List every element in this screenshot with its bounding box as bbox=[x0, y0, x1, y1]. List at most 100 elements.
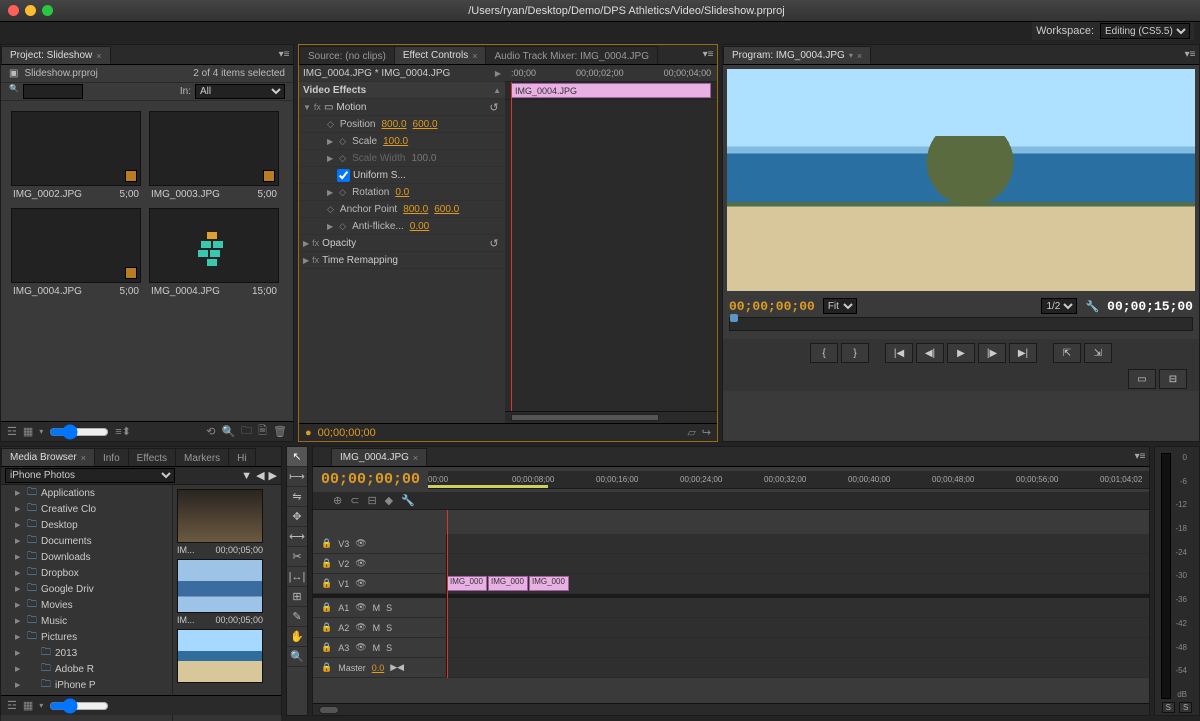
timeline-ruler[interactable]: 00;00 00;00;08;00 00;00;16;00 00;00;24;0… bbox=[428, 471, 1149, 489]
slide-tool[interactable]: ⊞ bbox=[287, 587, 307, 607]
minimize-icon[interactable] bbox=[25, 5, 36, 16]
delete-icon[interactable]: 🗑 bbox=[273, 425, 287, 438]
forward-icon[interactable]: ▶ bbox=[269, 469, 277, 482]
overwrite-icon[interactable]: ⊂ bbox=[350, 494, 359, 507]
bin-item[interactable]: IMG_0004.JPG5;00 bbox=[11, 208, 141, 297]
new-item-icon[interactable]: 🗎 bbox=[258, 422, 267, 441]
audio-track[interactable]: 🔒A1👁MS bbox=[313, 598, 1149, 618]
hand-tool[interactable]: ✋ bbox=[287, 627, 307, 647]
project-search-input[interactable] bbox=[23, 84, 83, 99]
opacity-effect[interactable]: ▶ fx Opacity↺ bbox=[299, 235, 505, 252]
bin-item[interactable]: IMG_0002.JPG5;00 bbox=[11, 111, 141, 200]
folder-item[interactable]: 🗀Applications bbox=[1, 485, 172, 501]
video-track[interactable]: 🔒V1👁 IMG_000 IMG_000 IMG_000 bbox=[313, 574, 1149, 594]
work-area-bar[interactable] bbox=[428, 485, 548, 488]
audio-track[interactable]: 🔒A3👁MS bbox=[313, 638, 1149, 658]
solo-button[interactable]: S bbox=[386, 643, 392, 653]
close-icon[interactable] bbox=[8, 5, 19, 16]
pen-tool[interactable]: ✎ bbox=[287, 607, 307, 627]
play-button[interactable]: ▶ bbox=[947, 343, 975, 363]
close-tab-icon[interactable]: × bbox=[81, 453, 86, 463]
zoom-select[interactable]: Fit bbox=[823, 298, 857, 314]
go-to-in-button[interactable]: |◀ bbox=[885, 343, 913, 363]
timeline-clip[interactable]: IMG_000 bbox=[529, 576, 569, 591]
list-view-icon[interactable]: ☲ bbox=[7, 425, 17, 438]
bin-item[interactable]: IMG_0004.JPG15;00 bbox=[149, 208, 279, 297]
selection-tool[interactable]: ↖ bbox=[287, 447, 307, 467]
find-icon[interactable]: 🔍 bbox=[221, 425, 235, 438]
marker-icon[interactable]: ◆ bbox=[385, 494, 393, 507]
zoom-icon[interactable] bbox=[42, 5, 53, 16]
folder-item[interactable]: 🗀2013 bbox=[1, 645, 172, 661]
settings-icon[interactable]: 🔧 bbox=[1085, 300, 1099, 313]
panel-menu-icon[interactable]: ▾≡ bbox=[1133, 449, 1147, 463]
master-track[interactable]: 🔒Master0.0▶◀ bbox=[313, 658, 1149, 678]
mute-button[interactable]: M bbox=[373, 643, 381, 653]
ec-clip[interactable]: IMG_0004.JPG bbox=[511, 83, 711, 98]
solo-button[interactable]: S bbox=[386, 603, 392, 613]
mute-button[interactable]: M bbox=[373, 603, 381, 613]
lock-icon[interactable]: 🔒 bbox=[321, 662, 332, 673]
timeline-clip[interactable]: IMG_000 bbox=[447, 576, 487, 591]
resolution-select[interactable]: 1/2 bbox=[1041, 298, 1077, 314]
folder-item[interactable]: 🗀Google Driv bbox=[1, 581, 172, 597]
ec-timeline[interactable]: :00;00 00;00;02;00 00;00;04;00 IMG_0004.… bbox=[505, 65, 717, 423]
video-track[interactable]: 🔒V3👁 bbox=[313, 534, 1149, 554]
mark-in-button[interactable]: { bbox=[810, 343, 838, 363]
anchor-x-value[interactable]: 800.0 bbox=[403, 204, 428, 215]
mute-button[interactable]: M bbox=[373, 623, 381, 633]
track-select-tool[interactable]: ⟼ bbox=[287, 467, 307, 487]
icon-view-icon[interactable]: ▦ bbox=[23, 699, 33, 712]
rolling-edit-tool[interactable]: ✥ bbox=[287, 507, 307, 527]
step-forward-button[interactable]: |▶ bbox=[978, 343, 1006, 363]
media-item[interactable]: IM...00;00;05;00 bbox=[177, 489, 263, 555]
eye-icon[interactable]: 👁 bbox=[355, 642, 366, 653]
thumb-size-slider[interactable] bbox=[49, 698, 109, 714]
folder-item[interactable]: 🗀iPhone P bbox=[1, 677, 172, 693]
workspace-select[interactable]: Editing (CS5.5) bbox=[1100, 23, 1190, 39]
anchor-y-value[interactable]: 600.0 bbox=[434, 204, 459, 215]
folder-item[interactable]: 🗀Pictures bbox=[1, 629, 172, 645]
reset-icon[interactable]: ↺ bbox=[487, 236, 501, 250]
search-icon[interactable]: 🔍 bbox=[9, 84, 19, 99]
timeline-clip[interactable]: IMG_000 bbox=[488, 576, 528, 591]
program-scrubbar[interactable] bbox=[729, 317, 1193, 331]
lock-icon[interactable]: 🔒 bbox=[321, 538, 332, 549]
effect-controls-tab[interactable]: Effect Controls × bbox=[394, 46, 487, 64]
flicker-value[interactable]: 0.00 bbox=[410, 221, 429, 232]
zoom-out-icon[interactable]: ↪ bbox=[702, 426, 711, 439]
reset-icon[interactable]: ↺ bbox=[487, 100, 501, 114]
panel-menu-icon[interactable]: ▾≡ bbox=[701, 47, 715, 61]
zoom-tool[interactable]: 🔍 bbox=[287, 647, 307, 667]
eye-icon[interactable]: 👁 bbox=[355, 622, 366, 633]
insert-icon[interactable]: ⊕ bbox=[333, 494, 342, 507]
folder-item[interactable]: 🗀Desktop bbox=[1, 517, 172, 533]
folder-item[interactable]: 🗀Dropbox bbox=[1, 565, 172, 581]
keyframe-toggle[interactable]: ◇ bbox=[339, 136, 346, 147]
media-item[interactable]: IM...00;00;05;00 bbox=[177, 559, 263, 625]
keyframe-toggle[interactable]: ◇ bbox=[339, 187, 346, 198]
folder-item[interactable]: 🗀Documents bbox=[1, 533, 172, 549]
audio-track[interactable]: 🔒A2👁MS bbox=[313, 618, 1149, 638]
playhead-icon[interactable] bbox=[730, 314, 738, 322]
media-browser-tab[interactable]: Media Browser × bbox=[1, 448, 95, 466]
step-back-button[interactable]: ◀| bbox=[916, 343, 944, 363]
solo-channel-button[interactable]: S bbox=[1179, 702, 1192, 713]
eye-icon[interactable]: 👁 bbox=[355, 558, 366, 569]
path-select[interactable]: iPhone Photos bbox=[5, 468, 175, 483]
info-tab[interactable]: Info bbox=[94, 448, 129, 466]
scale-value[interactable]: 100.0 bbox=[383, 136, 408, 147]
uniform-scale-checkbox[interactable] bbox=[337, 169, 350, 182]
program-tab[interactable]: Program: IMG_0004.JPG ▾ × bbox=[723, 46, 871, 64]
lift-button[interactable]: ⇱ bbox=[1053, 343, 1081, 363]
time-remap-effect[interactable]: ▶ fx Time Remapping bbox=[299, 252, 505, 269]
markers-tab[interactable]: Markers bbox=[175, 448, 229, 466]
settings-wrench-icon[interactable]: 🔧 bbox=[401, 494, 415, 507]
rate-stretch-tool[interactable]: ⟷ bbox=[287, 527, 307, 547]
effects-tab[interactable]: Effects bbox=[128, 448, 176, 466]
motion-effect[interactable]: ▼ fx ▭ Motion↺ bbox=[299, 99, 505, 116]
eye-icon[interactable]: 👁 bbox=[355, 578, 366, 589]
solo-button[interactable]: S bbox=[386, 623, 392, 633]
lock-icon[interactable]: 🔒 bbox=[321, 622, 332, 633]
position-x-value[interactable]: 800.0 bbox=[382, 119, 407, 130]
